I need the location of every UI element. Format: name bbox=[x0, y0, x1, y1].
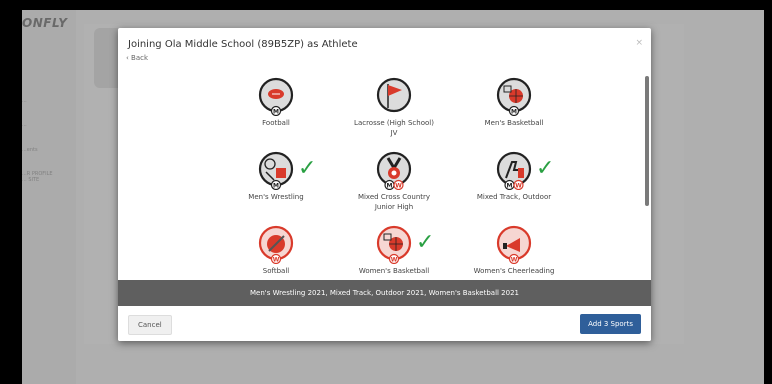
modal-title: Joining Ola Middle School (89B5ZP) as At… bbox=[128, 39, 358, 50]
join-sports-modal: Joining Ola Middle School (89B5ZP) as At… bbox=[118, 28, 651, 341]
add-sports-button[interactable]: Add 3 Sports bbox=[580, 314, 641, 334]
sport-option[interactable]: M Men's Wrestling ✓ bbox=[216, 150, 336, 203]
sport-label: Men's Wrestling bbox=[248, 193, 304, 201]
svg-text:M: M bbox=[507, 182, 513, 189]
wrestling-icon: M bbox=[256, 150, 296, 191]
svg-text:W: W bbox=[391, 256, 398, 263]
close-icon[interactable]: × bbox=[635, 38, 643, 48]
sport-label: Football bbox=[262, 119, 290, 127]
svg-text:W: W bbox=[515, 182, 522, 189]
lacrosse-flag-icon bbox=[374, 76, 414, 116]
svg-text:W: W bbox=[273, 256, 280, 263]
sport-option[interactable]: W Women's Basketball ✓ bbox=[334, 224, 454, 277]
sport-option[interactable]: M Men's Basketball bbox=[454, 76, 574, 129]
svg-text:M: M bbox=[273, 182, 279, 189]
sport-label: Softball bbox=[262, 267, 290, 275]
sport-label: Women's Cheerleading bbox=[473, 267, 555, 275]
scrollbar[interactable] bbox=[645, 76, 649, 206]
softball-icon: W bbox=[256, 224, 296, 265]
svg-text:M: M bbox=[273, 108, 279, 115]
svg-text:M: M bbox=[387, 182, 393, 189]
back-link[interactable]: ‹ Back bbox=[126, 54, 148, 62]
sport-label: Men's Basketball bbox=[484, 119, 544, 127]
sport-label: Women's Basketball bbox=[358, 267, 430, 275]
svg-text:M: M bbox=[511, 108, 517, 115]
sport-option[interactable]: M Football bbox=[216, 76, 336, 129]
sport-option[interactable]: W Women's Cheerleading bbox=[454, 224, 574, 277]
sport-label: Mixed Track, Outdoor bbox=[476, 193, 552, 201]
sport-sublabel: JV bbox=[390, 129, 398, 137]
checkmark-icon: ✓ bbox=[536, 156, 555, 181]
checkmark-icon: ✓ bbox=[298, 156, 317, 181]
cancel-button[interactable]: Cancel bbox=[128, 315, 172, 335]
svg-text:W: W bbox=[395, 182, 402, 189]
sport-sublabel: Junior High bbox=[374, 203, 414, 211]
basketball-icon: W bbox=[374, 224, 414, 265]
sports-list: M Football Lacrosse (High School) JV M Men's … bbox=[118, 68, 651, 280]
modal-footer: Cancel Add 3 Sports bbox=[118, 306, 651, 341]
checkmark-icon: ✓ bbox=[416, 230, 435, 255]
sport-option[interactable]: M W Mixed Cross Country Junior High bbox=[334, 150, 454, 213]
cheer-megaphone-icon: W bbox=[494, 224, 534, 265]
sport-option[interactable]: W Softball bbox=[216, 224, 336, 277]
selected-sports-summary: Men's Wrestling 2021, Mixed Track, Outdo… bbox=[118, 280, 651, 306]
cross-country-medal-icon: MW bbox=[374, 150, 414, 191]
basketball-icon: M bbox=[494, 76, 534, 117]
track-icon: MW bbox=[494, 150, 534, 191]
svg-text:W: W bbox=[511, 256, 518, 263]
football-icon: M bbox=[256, 76, 296, 117]
sport-option[interactable]: Lacrosse (High School) JV bbox=[334, 76, 454, 139]
sport-option[interactable]: M W Mixed Track, Outdoor ✓ bbox=[454, 150, 574, 203]
